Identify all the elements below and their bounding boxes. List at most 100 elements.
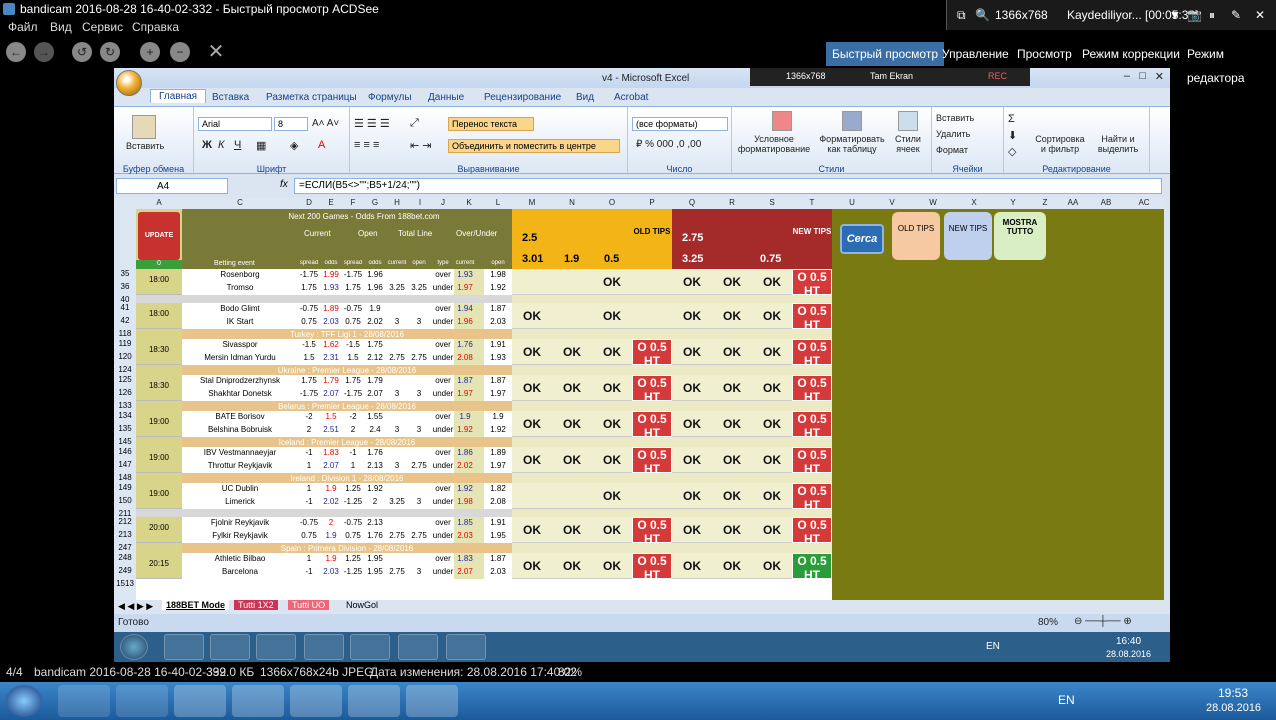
column-header[interactable]: A <box>136 198 182 207</box>
row-number[interactable]: 120 <box>114 352 136 361</box>
ok-mark[interactable]: OK <box>672 523 712 537</box>
start-icon[interactable] <box>6 685 42 717</box>
odds-cell[interactable]: -2 <box>342 412 364 421</box>
column-header[interactable]: U <box>832 198 872 207</box>
row-number[interactable]: 40 <box>114 295 136 303</box>
odds-cell[interactable]: 2.07 <box>320 461 342 470</box>
column-header[interactable]: M <box>512 198 552 207</box>
sheet-tab-uo[interactable]: Tutti UO <box>288 600 330 610</box>
font-name-select[interactable]: Arial <box>198 117 272 131</box>
italic-icon[interactable]: К <box>218 139 224 151</box>
tab-page-layout[interactable]: Разметка страницы <box>266 92 357 103</box>
odds-cell[interactable]: 1.96 <box>454 317 476 326</box>
underline-icon[interactable]: Ч <box>234 139 241 151</box>
ok-mark[interactable]: OK <box>592 275 632 289</box>
sheet-tab-188bet[interactable]: 188BET Mode <box>162 600 230 610</box>
column-header[interactable]: O <box>592 198 632 207</box>
close-viewer-icon[interactable]: ✕ <box>206 42 226 62</box>
row-number[interactable]: 1513 <box>114 579 136 588</box>
row-number[interactable]: 36 <box>114 282 136 291</box>
column-header[interactable]: E <box>320 198 342 207</box>
inner-lang[interactable]: EN <box>986 641 1000 652</box>
odds-cell[interactable]: -0.75 <box>342 518 364 527</box>
new-tip-badge[interactable]: O 0.5 HT <box>792 339 832 368</box>
back-icon[interactable]: ← <box>6 42 26 62</box>
odds-cell[interactable]: 1 <box>298 484 320 493</box>
odds-cell[interactable]: 1.79 <box>364 376 386 385</box>
mode-quick-view[interactable]: Быстрый просмотр <box>826 42 945 66</box>
folder-icon[interactable] <box>350 634 390 660</box>
odds-cell[interactable]: 1.92 <box>484 283 512 292</box>
ok-mark[interactable]: OK <box>752 559 792 573</box>
number-format-select[interactable]: (все форматы) <box>632 117 728 131</box>
bandicam-icon[interactable] <box>446 634 486 660</box>
odds-cell[interactable]: 1.99 <box>320 270 342 279</box>
odds-cell[interactable]: 1.75 <box>364 340 386 349</box>
ok-mark[interactable]: OK <box>552 523 592 537</box>
odds-cell[interactable]: 3 <box>386 317 408 326</box>
row-number[interactable]: 42 <box>114 316 136 325</box>
opera-icon[interactable] <box>256 634 296 660</box>
ok-mark[interactable]: OK <box>552 381 592 395</box>
column-header[interactable]: V <box>872 198 912 207</box>
excel-icon[interactable] <box>398 634 438 660</box>
odds-cell[interactable]: 2.07 <box>364 389 386 398</box>
odds-cell[interactable]: over <box>432 484 454 493</box>
odds-cell[interactable]: 1.62 <box>320 340 342 349</box>
column-header[interactable]: AB <box>1088 198 1124 207</box>
update-button[interactable]: UPDATE <box>138 212 180 260</box>
old-tip-badge[interactable]: O 0.5 HT <box>632 553 672 582</box>
odds-cell[interactable]: under <box>432 353 454 362</box>
odds-cell[interactable]: 1.82 <box>484 484 512 493</box>
ok-mark[interactable]: OK <box>512 453 552 467</box>
delete-cells-button[interactable]: Удалить <box>936 129 970 139</box>
odds-cell[interactable]: 2.02 <box>320 497 342 506</box>
odds-cell[interactable]: 1.96 <box>364 270 386 279</box>
new-tip-badge[interactable]: O 0.5 HT <box>792 447 832 476</box>
column-header[interactable]: L <box>484 198 512 207</box>
odds-cell[interactable]: 1.83 <box>320 448 342 457</box>
ok-mark[interactable]: OK <box>512 381 552 395</box>
odds-cell[interactable]: 1.79 <box>320 376 342 385</box>
odds-cell[interactable]: 1.95 <box>364 567 386 576</box>
odds-cell[interactable]: 1.94 <box>454 304 476 313</box>
column-header[interactable]: S <box>752 198 792 207</box>
ok-mark[interactable]: OK <box>592 345 632 359</box>
odds-cell[interactable]: 1.76 <box>454 340 476 349</box>
new-tip-badge[interactable]: O 0.5 HT <box>792 303 832 332</box>
column-header[interactable]: AA <box>1058 198 1088 207</box>
forward-icon[interactable]: → <box>34 42 54 62</box>
find-select-button[interactable]: Найти и выделить <box>1090 134 1146 155</box>
ok-mark[interactable]: OK <box>672 417 712 431</box>
row-number[interactable]: 248 <box>114 553 136 562</box>
sheet-nav-icon[interactable]: ◀ ◀ ▶ ▶ <box>118 601 153 612</box>
row-number[interactable]: 124 <box>114 365 136 375</box>
bandicam-icon[interactable] <box>290 685 342 717</box>
mode-view[interactable]: Просмотр <box>1011 42 1078 66</box>
mostra-tutto-button[interactable]: MOSTRA TUTTO <box>994 212 1046 260</box>
odds-cell[interactable]: 2.13 <box>364 461 386 470</box>
odds-cell[interactable]: 3 <box>408 567 430 576</box>
odds-cell[interactable]: 1 <box>298 461 320 470</box>
currency-icon[interactable]: ₽ % 000 ,0 ,00 <box>636 139 701 150</box>
column-header[interactable]: G <box>364 198 386 207</box>
odds-cell[interactable]: 2.02 <box>454 461 476 470</box>
odds-cell[interactable]: 3 <box>386 389 408 398</box>
odds-cell[interactable]: 1.97 <box>454 283 476 292</box>
old-tip-badge[interactable]: O 0.5 HT <box>632 339 672 368</box>
name-box[interactable]: A4 <box>116 178 228 194</box>
ok-mark[interactable]: OK <box>512 309 552 323</box>
row-number[interactable]: 134 <box>114 411 136 420</box>
paste-icon[interactable] <box>132 115 156 139</box>
insert-cells-button[interactable]: Вставить <box>936 113 974 123</box>
formula-input[interactable]: =ЕСЛИ(B5<>"";B5+1/24;"") <box>294 178 1162 194</box>
odds-cell[interactable]: -1.75 <box>298 389 320 398</box>
indent-icon[interactable]: ⇤ ⇥ <box>410 139 432 152</box>
font-size-select[interactable]: 8 <box>274 117 308 131</box>
pencil-icon[interactable]: ✎ <box>1231 8 1241 22</box>
media-player-icon[interactable] <box>210 634 250 660</box>
odds-cell[interactable]: 2.51 <box>320 425 342 434</box>
row-number[interactable]: 135 <box>114 424 136 433</box>
odds-cell[interactable]: 1.89 <box>320 304 342 313</box>
odds-cell[interactable]: 1.95 <box>484 531 512 540</box>
